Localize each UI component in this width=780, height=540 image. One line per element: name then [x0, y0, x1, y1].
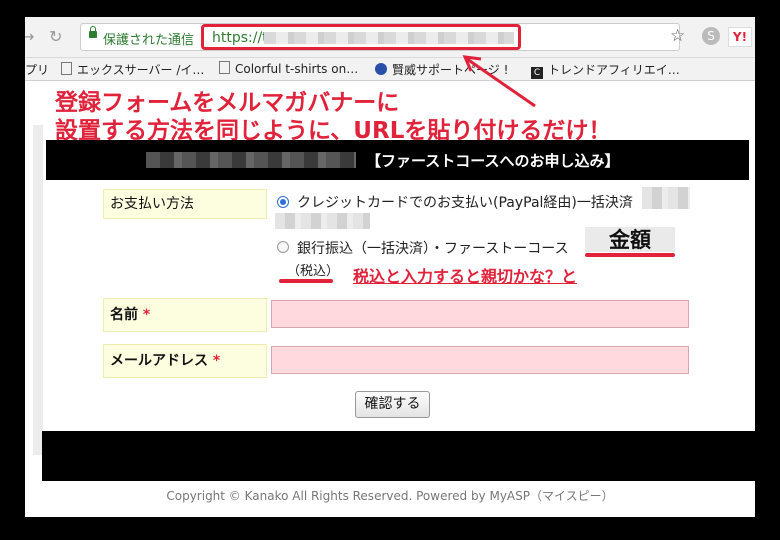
form-title: 【ファーストコースへのお申し込み】 [366, 152, 620, 170]
bookmark-label: Colorful t-shirts on… [235, 62, 359, 76]
name-field[interactable] [271, 300, 689, 328]
price-blur [275, 213, 370, 229]
yahoo-icon[interactable]: Y! [728, 27, 752, 47]
bookmark-star-icon[interactable]: ☆ [670, 26, 685, 46]
bookmark-item[interactable]: プリ [25, 61, 49, 78]
required-mark: * [142, 307, 151, 323]
browser-window: → ↻ 保護された通信 https://t ☆ S Y! プリ エックスサーバー… [25, 17, 755, 517]
tax-underline [279, 279, 333, 283]
radio-paypal[interactable] [277, 196, 289, 208]
bookmark-label: エックスサーバー /イ… [77, 63, 205, 77]
bookmarks-bar: プリ エックスサーバー /イ… Colorful t-shirts on… 賢威… [25, 58, 755, 81]
annotation-line-1: 登録フォームをメルマガバナーに [55, 90, 400, 116]
name-label: 名前 * [103, 298, 267, 332]
copyright-text: Copyright © Kanako All Rights Reserved. … [166, 489, 614, 503]
forward-icon[interactable]: → [25, 27, 34, 46]
url-text: https://t [212, 30, 268, 46]
browser-toolbar: → ↻ 保護された通信 https://t ☆ S Y! [25, 17, 755, 58]
option-paypal-label: クレジットカードでのお支払い(PayPal経由)一括決済 [297, 195, 633, 211]
confirm-button[interactable]: 確認する [355, 391, 430, 418]
header-blur [146, 152, 356, 168]
bookmark-item[interactable]: エックスサーバー /イ… [61, 61, 204, 78]
url-blur [264, 32, 514, 44]
annotation-arrow [462, 55, 536, 108]
bookmark-label: トレンドアフィリエイ… [548, 63, 680, 77]
tax-included-label: （税込） [287, 264, 340, 279]
form-header: 【ファーストコースへのお申し込み】 [46, 140, 749, 180]
email-field[interactable] [271, 346, 689, 374]
kenii-icon [375, 63, 387, 75]
required-mark: * [212, 353, 221, 369]
price-blur [642, 187, 690, 209]
url-highlight-box[interactable]: https://t [201, 24, 521, 50]
lock-icon [89, 26, 97, 38]
footer-bar [42, 431, 755, 481]
skype-icon[interactable]: S [702, 27, 720, 45]
secure-label: 保護された通信 [103, 33, 195, 48]
page-icon [219, 61, 230, 74]
bookmark-item[interactable]: Colorful t-shirts on… [219, 61, 358, 76]
amount-annotation: 金額 [585, 227, 675, 252]
payment-method-label: お支払い方法 [103, 189, 267, 219]
bookmark-label: プリ [25, 63, 50, 77]
email-label: メールアドレス * [103, 344, 267, 378]
reload-icon[interactable]: ↻ [49, 27, 62, 46]
address-bar[interactable]: 保護された通信 https://t [80, 23, 680, 51]
tax-annotation: 税込と入力すると親切かな？と [353, 267, 578, 286]
amount-underline [585, 253, 675, 257]
radio-bank-transfer[interactable] [277, 241, 289, 253]
option-bank-label: 銀行振込（一括決済）・ファーストーコース [297, 241, 569, 257]
page-icon [61, 62, 72, 75]
page-frame [33, 125, 43, 455]
bookmark-item[interactable]: C トレンドアフィリエイ… [531, 61, 680, 79]
